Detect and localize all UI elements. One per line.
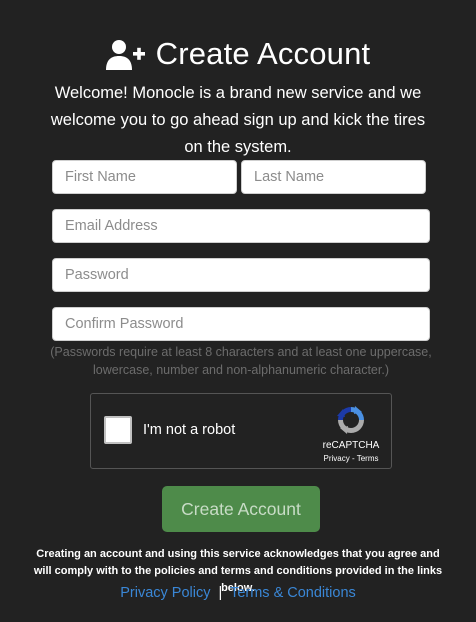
recaptcha-widget: I'm not a robot reCAPTCHA Privacy - Term… (90, 393, 392, 469)
privacy-policy-link[interactable]: Privacy Policy (120, 585, 210, 601)
create-account-button[interactable]: Create Account (162, 486, 320, 532)
recaptcha-links: Privacy - Terms (315, 454, 387, 463)
welcome-message: Welcome! Monocle is a brand new service … (50, 84, 426, 156)
email-input[interactable] (52, 209, 430, 243)
footer-links-separator: | (218, 585, 223, 601)
footer-links: Privacy Policy | Terms & Conditions (0, 585, 476, 601)
password-requirements-hint: (Passwords require at least 8 characters… (50, 345, 432, 377)
recaptcha-terms-link[interactable]: Terms (357, 454, 379, 463)
recaptcha-checkbox[interactable] (104, 416, 132, 444)
recaptcha-label: I'm not a robot (143, 422, 236, 438)
terms-conditions-link[interactable]: Terms & Conditions (230, 585, 356, 601)
last-name-input[interactable] (241, 160, 426, 194)
recaptcha-brand: reCAPTCHA (322, 440, 380, 451)
page-title: Create Account (0, 34, 476, 74)
page-title-text: Create Account (155, 36, 371, 71)
first-name-input[interactable] (52, 160, 237, 194)
recaptcha-links-separator: - (351, 454, 355, 463)
create-account-page: Create Account Welcome! Monocle is a bra… (0, 0, 476, 622)
confirm-password-input[interactable] (52, 307, 430, 341)
recaptcha-logo-icon (337, 406, 364, 434)
user-plus-icon (105, 40, 145, 70)
recaptcha-privacy-link[interactable]: Privacy (324, 454, 350, 463)
password-input[interactable] (52, 258, 430, 292)
